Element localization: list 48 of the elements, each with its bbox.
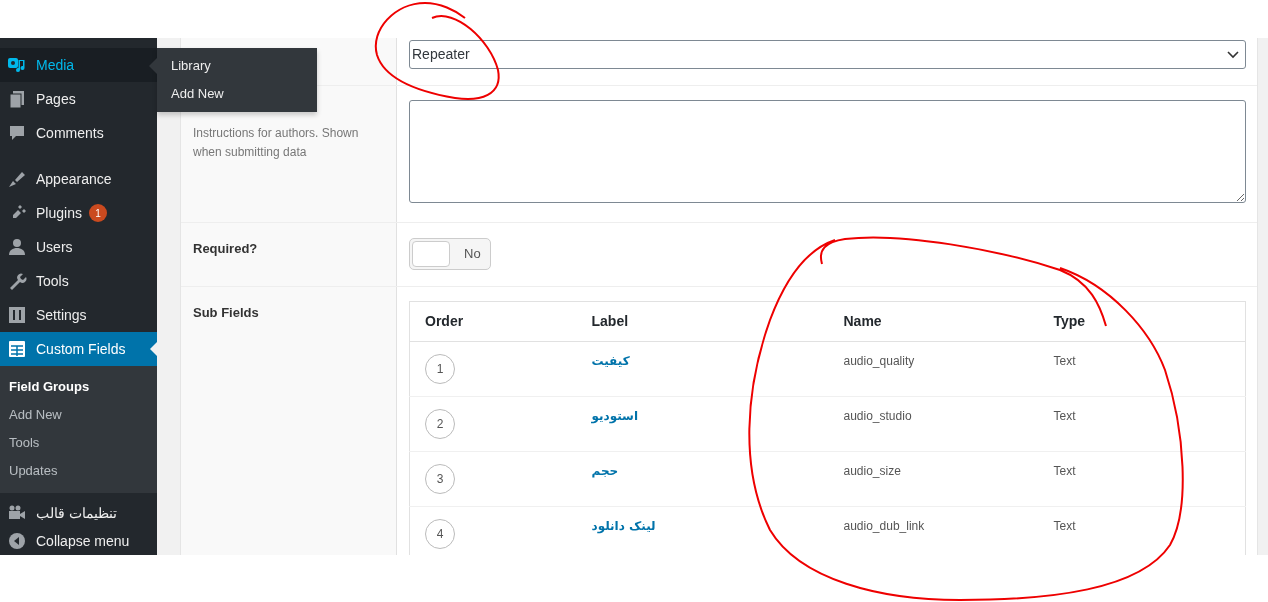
menu-item[interactable]: Custom Fields (0, 332, 157, 366)
field-label-link[interactable]: حجم (591, 464, 619, 478)
submenu-item[interactable]: Updates (0, 457, 157, 485)
textarea-field[interactable] (409, 100, 1246, 203)
speech-bubble-icon (7, 123, 27, 143)
column-header: Label (576, 301, 829, 342)
menu-item[interactable]: Plugins 1 (0, 196, 157, 230)
column-header: Order (409, 301, 577, 342)
menu-item[interactable]: تنظیمات قالب (0, 499, 157, 527)
collapse-icon (7, 531, 27, 551)
notification-count: 1 (88, 204, 107, 222)
chevron-down-icon (1227, 50, 1239, 59)
table-cell: Text (1038, 341, 1246, 397)
pages-icon (7, 89, 27, 109)
flyout-item[interactable]: Add New (157, 80, 317, 108)
submenu-item[interactable]: Field Groups (0, 373, 157, 401)
field-label: Required? (193, 241, 258, 256)
column-header: Name (828, 301, 1039, 342)
paintbrush-icon (7, 169, 27, 189)
menu-item[interactable]: Tools (0, 264, 157, 298)
menu-item[interactable]: Collapse menu (0, 527, 157, 555)
field-label-link[interactable]: استودیو (591, 409, 639, 423)
menu-item[interactable]: Media (0, 48, 157, 82)
media-icon (7, 55, 27, 75)
menu-item[interactable]: Users (0, 230, 157, 264)
field-description: Instructions for authors. Shown when submitting data (193, 125, 360, 162)
field-label: Sub Fields (193, 305, 259, 320)
table-cell: Text (1038, 506, 1246, 555)
table-icon (7, 339, 27, 359)
submenu-item[interactable]: Tools (0, 429, 157, 457)
table-cell: Text (1038, 396, 1246, 452)
flyout-item[interactable]: Library (157, 52, 317, 80)
field-label-link[interactable]: لینک دانلود (591, 519, 656, 533)
menu-item[interactable]: Pages (0, 82, 157, 116)
field-label-link[interactable]: کیفیت (591, 354, 630, 368)
submenu-item[interactable]: Add New (0, 401, 157, 429)
menu-item[interactable]: Settings (0, 298, 157, 332)
toggle-switch[interactable]: No (409, 238, 491, 270)
table-cell: audio_studio (828, 396, 1039, 452)
select-field[interactable]: Repeater (409, 40, 1246, 69)
menu-item[interactable]: Comments (0, 116, 157, 150)
table-cell: audio_dub_link (828, 506, 1039, 555)
person-icon (7, 237, 27, 257)
column-header: Type (1038, 301, 1246, 342)
table-cell: audio_quality (828, 341, 1039, 397)
table-cell: Text (1038, 451, 1246, 507)
table-cell: audio_size (828, 451, 1039, 507)
menu-item[interactable]: Appearance (0, 162, 157, 196)
